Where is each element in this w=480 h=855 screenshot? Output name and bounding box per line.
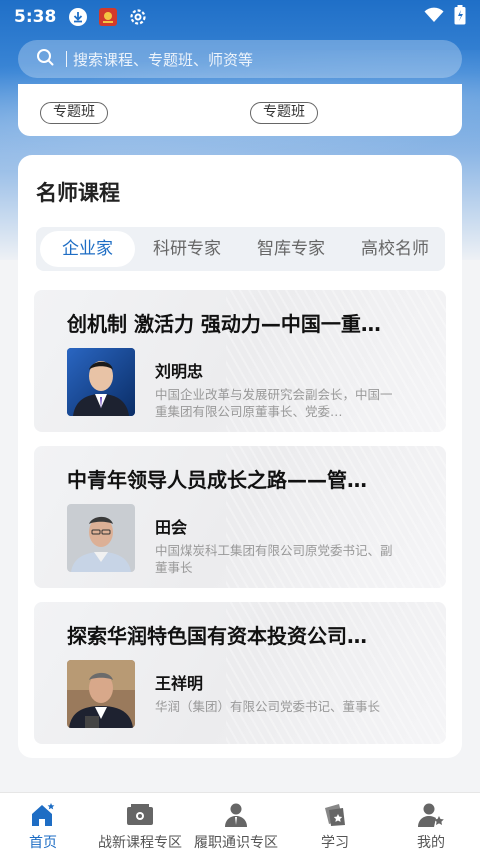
topic-class-card: 专题班 专题班 [18, 84, 462, 136]
lecturer-name: 田会 [155, 518, 188, 537]
nav-home[interactable]: 首页 [28, 793, 58, 855]
nav-general-knowledge[interactable]: 履职通识专区 [194, 793, 278, 855]
category-tabs: 企业家 科研专家 智库专家 高校名师 [36, 227, 445, 271]
search-placeholder: 搜索课程、专题班、师资等 [73, 50, 254, 69]
person-icon [221, 801, 251, 829]
topic-tag[interactable]: 专题班 [40, 102, 108, 124]
profile-icon [416, 801, 446, 829]
tab-university-teacher[interactable]: 高校名师 [343, 231, 445, 267]
course-title: 探索华润特色国有资本投资公司… [67, 624, 367, 648]
status-bar: 5:38 [0, 0, 480, 34]
nav-label: 战新课程专区 [98, 835, 182, 851]
lecturer-name: 王祥明 [155, 674, 204, 693]
course-card[interactable]: 创机制 激活力 强动力—中国一重… 刘明忠 中国企业改革与发展研究会副会长，中国… [34, 290, 446, 432]
famous-teacher-courses-section: 名师课程 企业家 科研专家 智库专家 高校名师 创机制 激活力 强动力—中国一重… [18, 155, 462, 758]
course-title: 创机制 激活力 强动力—中国一重… [67, 312, 381, 336]
nav-study[interactable]: 学习 [320, 793, 350, 855]
search-cursor [66, 51, 67, 67]
settings-gear-icon [128, 7, 148, 27]
nav-label: 履职通识专区 [194, 835, 278, 851]
course-title: 中青年领导人员成长之路——管… [67, 468, 367, 492]
lecturer-avatar [67, 660, 135, 728]
section-title: 名师课程 [36, 181, 120, 205]
home-icon [28, 801, 58, 829]
lecturer-avatar [67, 348, 135, 416]
study-icon [320, 801, 350, 829]
nav-courses[interactable]: 战新课程专区 [98, 793, 182, 855]
search-input[interactable]: 搜索课程、专题班、师资等 [18, 40, 462, 78]
download-icon [68, 7, 88, 27]
battery-icon [454, 5, 466, 29]
lecturer-name: 刘明忠 [155, 362, 204, 381]
courses-icon [125, 801, 155, 829]
search-icon [36, 48, 54, 70]
tab-research-expert[interactable]: 科研专家 [135, 231, 239, 267]
lecturer-description: 中国煤炭科工集团有限公司原党委书记、副董事长 [155, 543, 393, 575]
lecturer-description: 华润（集团）有限公司党委书记、董事长 [155, 699, 381, 714]
bottom-navigation: 首页 战新课程专区 履职通识专区 学习 我的 [0, 792, 480, 855]
topic-tag[interactable]: 专题班 [250, 102, 318, 124]
lecturer-description: 中国企业改革与发展研究会副会长，中国一重集团有限公司原董事长、党委… [155, 387, 393, 419]
app-notification-icon [98, 7, 118, 27]
course-card[interactable]: 探索华润特色国有资本投资公司… 王祥明 华润（集团）有限公司党委书记、董事长 [34, 602, 446, 744]
nav-label: 学习 [321, 835, 349, 851]
nav-label: 首页 [29, 835, 57, 851]
tab-entrepreneur[interactable]: 企业家 [40, 231, 135, 267]
status-time: 5:38 [14, 7, 57, 27]
course-card[interactable]: 中青年领导人员成长之路——管… 田会 中国煤炭科工集团有限公司原党委书记、副董事… [34, 446, 446, 588]
tab-think-tank-expert[interactable]: 智库专家 [239, 231, 343, 267]
lecturer-avatar [67, 504, 135, 572]
nav-profile[interactable]: 我的 [416, 793, 446, 855]
wifi-icon [424, 7, 444, 27]
nav-label: 我的 [417, 835, 445, 851]
